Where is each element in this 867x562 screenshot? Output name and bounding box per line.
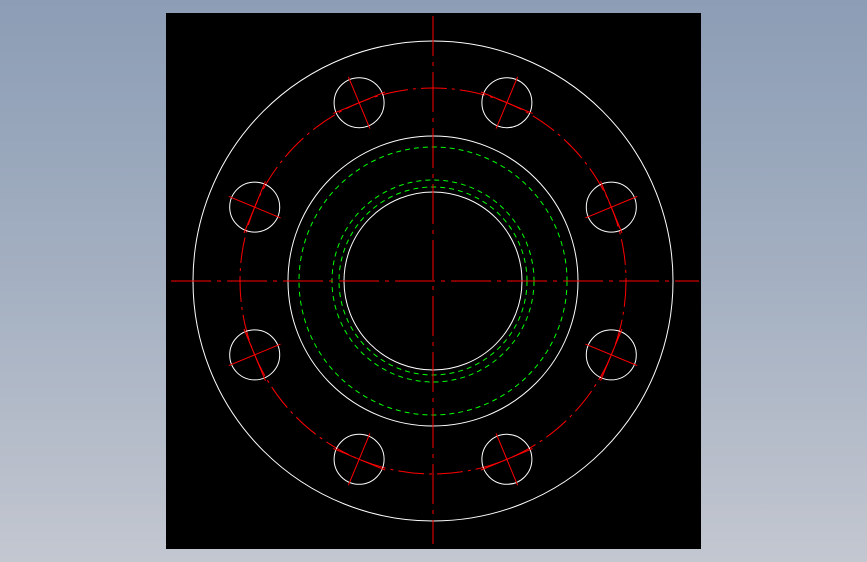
bolt-hole — [333, 76, 386, 129]
flange-drawing — [171, 16, 699, 544]
cad-viewport[interactable] — [166, 13, 701, 549]
bolt-hole-tangent-centerline — [243, 328, 266, 381]
bolt-hole-tangent-centerline — [333, 91, 386, 114]
bolt-hole-tangent-centerline — [480, 91, 533, 114]
bolt-hole — [228, 328, 281, 381]
bolt-hole — [585, 181, 638, 234]
bolt-hole — [480, 433, 533, 486]
bolt-hole — [480, 76, 533, 129]
bolt-hole-tangent-centerline — [333, 448, 386, 471]
bolt-hole-tangent-centerline — [480, 448, 533, 471]
bolt-hole — [333, 433, 386, 486]
bolt-hole-tangent-centerline — [243, 181, 266, 234]
bolt-hole — [228, 181, 281, 234]
bolt-hole-tangent-centerline — [600, 181, 623, 234]
bolt-hole — [585, 328, 638, 381]
bolt-hole-tangent-centerline — [600, 328, 623, 381]
